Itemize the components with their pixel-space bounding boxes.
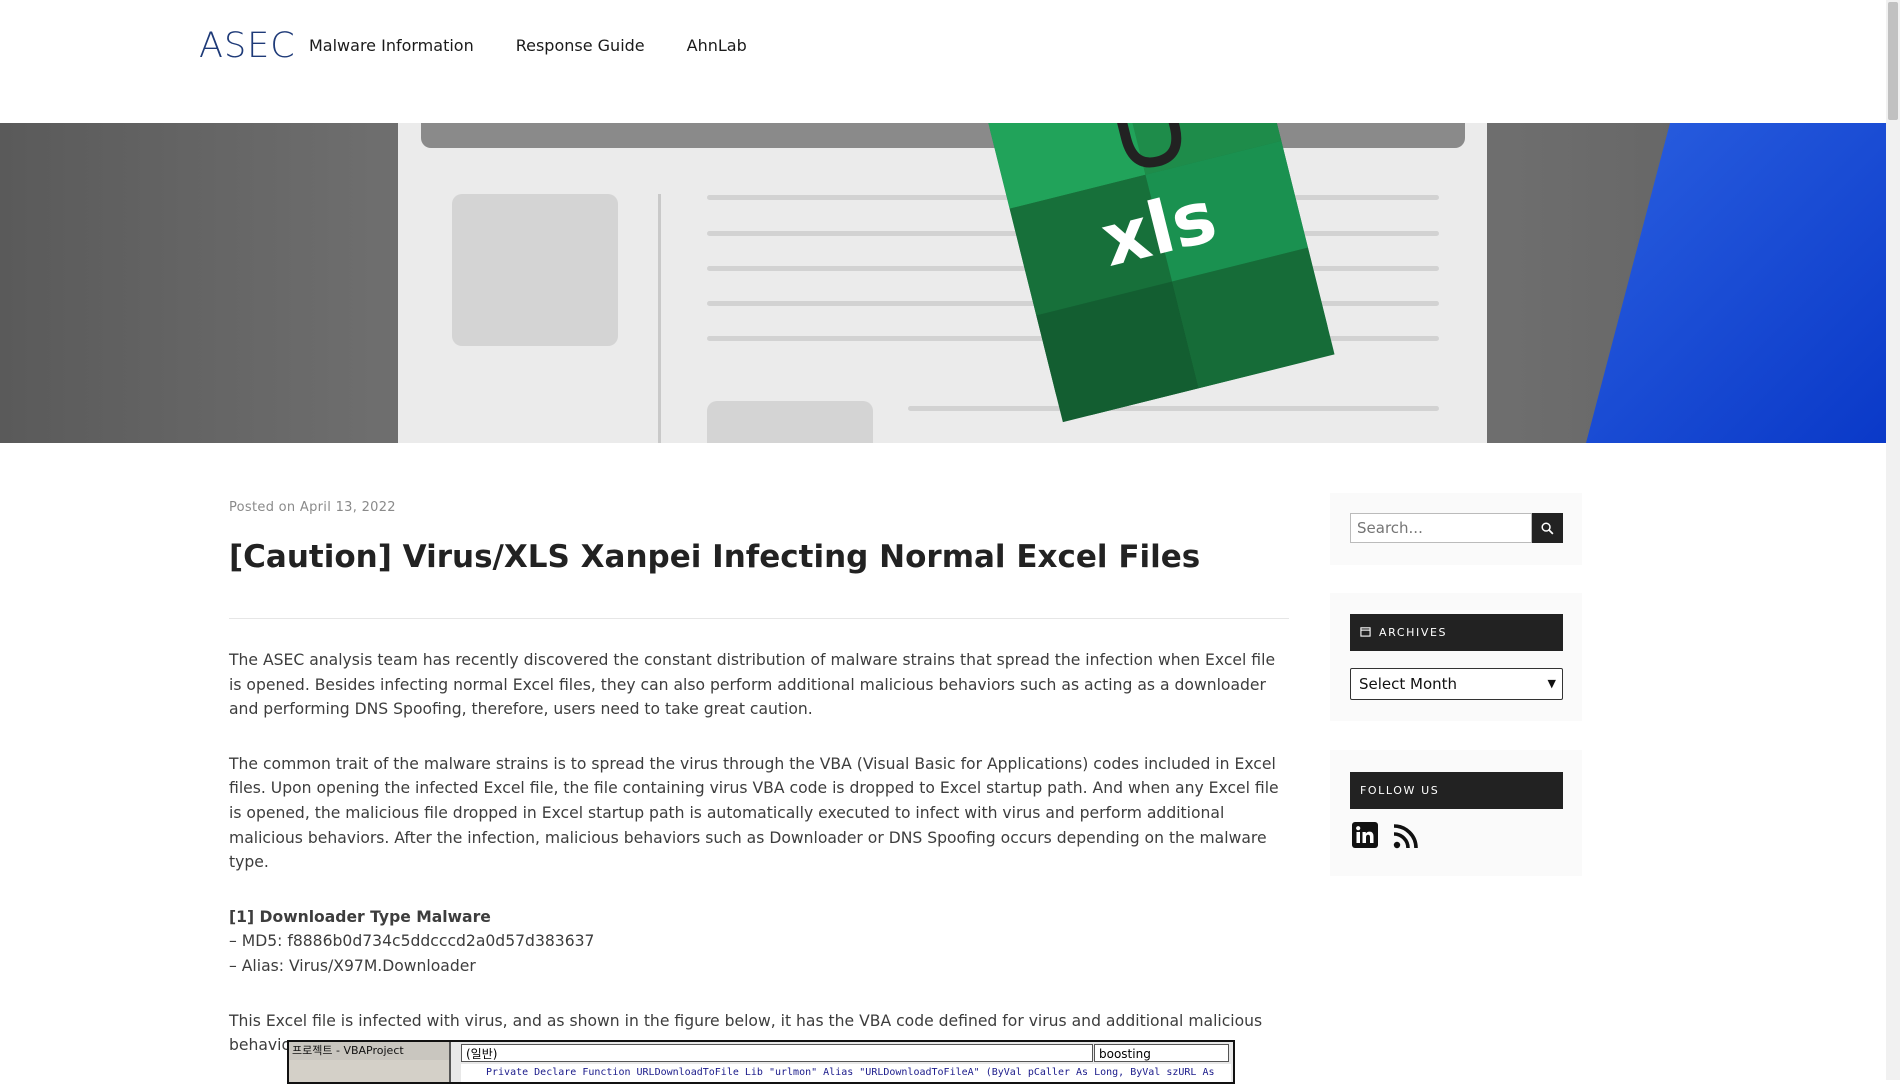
hero-text-line xyxy=(908,406,1439,411)
search-input[interactable] xyxy=(1350,513,1532,543)
archives-title: ARCHIVES xyxy=(1350,614,1563,651)
hero-image: xls xyxy=(0,123,1886,443)
hero-placeholder-button xyxy=(707,401,873,443)
rss-icon[interactable] xyxy=(1392,822,1420,850)
md5-line: – MD5: f8886b0d734c5ddcccd2a0d57d383637 xyxy=(229,932,595,951)
site-header: ASEC Malware Information Response Guide … xyxy=(0,0,1886,123)
archives-widget: ARCHIVES Select Month ▼ xyxy=(1330,593,1582,721)
search-icon xyxy=(1541,521,1554,534)
linkedin-icon[interactable] xyxy=(1352,822,1378,848)
article: Posted on April 13, 2022 [Caution] Virus… xyxy=(229,500,1289,575)
search-widget xyxy=(1330,493,1582,565)
vba-project-pane: 프로젝트 - VBAProject xyxy=(289,1042,451,1082)
vba-project-title: 프로젝트 - VBAProject xyxy=(289,1042,449,1060)
hero-window-bar xyxy=(421,123,1465,148)
page-scrollbar[interactable] xyxy=(1886,0,1900,1080)
archives-title-text: ARCHIVES xyxy=(1379,626,1448,639)
chevron-down-icon: ▼ xyxy=(1547,677,1556,690)
asec-logo[interactable]: ASEC xyxy=(199,26,296,66)
hero-placeholder-box xyxy=(452,194,618,346)
article-title: [Caution] Virus/XLS Xanpei Infecting Nor… xyxy=(229,539,1201,575)
malware-details: [1] Downloader Type Malware – MD5: f8886… xyxy=(229,905,1289,979)
article-paragraph: The ASEC analysis team has recently disc… xyxy=(229,651,1276,719)
scrollbar-thumb[interactable] xyxy=(1888,2,1898,120)
nav-response-guide[interactable]: Response Guide xyxy=(516,36,645,55)
nav-malware-information[interactable]: Malware Information xyxy=(309,36,474,55)
posted-label: Posted on xyxy=(229,500,296,515)
social-links xyxy=(1352,822,1420,850)
archives-month-select[interactable]: Select Month ▼ xyxy=(1350,668,1563,700)
follow-title: FOLLOW US xyxy=(1350,772,1563,809)
vba-object-combo: (일반) xyxy=(461,1044,1093,1062)
post-meta: Posted on April 13, 2022 xyxy=(229,500,1289,515)
main-nav: Malware Information Response Guide AhnLa… xyxy=(309,36,747,55)
article-body: The ASEC analysis team has recently disc… xyxy=(229,648,1289,1088)
calendar-icon xyxy=(1360,627,1371,637)
post-date[interactable]: April 13, 2022 xyxy=(300,500,396,515)
follow-widget: FOLLOW US xyxy=(1330,750,1582,876)
section-heading: [1] Downloader Type Malware xyxy=(229,907,491,926)
vba-editor-screenshot: 프로젝트 - VBAProject (일반) boosting Private … xyxy=(287,1040,1235,1084)
title-divider xyxy=(229,618,1289,619)
archives-select-value: Select Month xyxy=(1359,675,1458,693)
vba-procedure-combo: boosting xyxy=(1094,1044,1229,1062)
search-button[interactable] xyxy=(1532,513,1563,543)
nav-ahnlab[interactable]: AhnLab xyxy=(687,36,747,55)
article-paragraph: The common trait of the malware strains … xyxy=(229,754,1279,872)
alias-line: – Alias: Virus/X97M.Downloader xyxy=(229,956,476,975)
hero-blue-stripe xyxy=(1586,123,1886,443)
vba-code-line: Private Declare Function URLDownloadToFi… xyxy=(461,1064,1231,1082)
hero-separator xyxy=(658,194,661,443)
